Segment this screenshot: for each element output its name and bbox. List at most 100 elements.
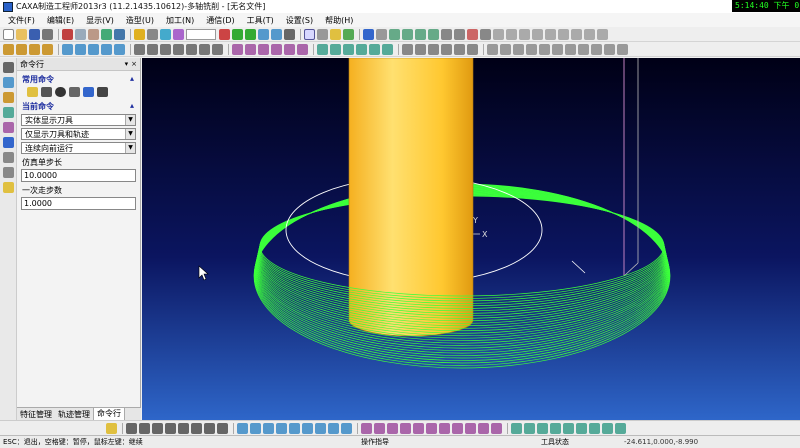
machining-icon[interactable] [3,137,14,148]
dimension-icon[interactable] [526,43,537,55]
pencil-icon[interactable] [27,87,38,97]
solid-f-icon[interactable] [426,422,437,434]
rotate-view-icon[interactable] [271,28,282,40]
zoom-out-icon[interactable] [245,28,256,40]
zoom-window-icon[interactable] [258,28,269,40]
iso-view-icon[interactable] [428,28,439,40]
menu-modeling[interactable]: 造型(U) [126,15,154,26]
polygon-icon[interactable] [204,422,215,434]
layer-select[interactable] [186,28,216,40]
edit-f-icon[interactable] [576,422,587,434]
save-icon[interactable] [29,28,40,40]
circle-icon[interactable] [178,422,189,434]
front-view-icon[interactable] [389,28,400,40]
clock-icon[interactable] [55,87,66,97]
chevron-down-icon[interactable]: ▼ [125,115,135,125]
tab-command-line[interactable]: 命令行 [93,407,125,421]
pocket-mill-icon[interactable] [271,43,282,55]
measure-icon[interactable] [454,28,465,40]
measure-tool-icon[interactable] [3,152,14,163]
zoom-in-icon[interactable] [232,28,243,40]
info-icon[interactable] [597,28,608,40]
collapse-icon[interactable]: ▴ [130,101,134,112]
common-commands-title[interactable]: 常用命令 ▴ [22,74,140,85]
lead-in-icon[interactable] [382,43,393,55]
select-arrow-icon[interactable] [3,62,14,73]
edit-c-icon[interactable] [537,422,548,434]
menu-communication[interactable]: 通信(D) [206,15,234,26]
surface-b-icon[interactable] [250,422,261,434]
arc-tool-icon[interactable] [42,43,53,55]
edit-path-icon[interactable] [317,43,328,55]
corner-icon[interactable] [97,87,108,97]
tab-path-manager[interactable]: 轨迹管理 [55,409,93,420]
paste-icon[interactable] [88,28,99,40]
grid-icon[interactable] [487,43,498,55]
toolpath-icon[interactable] [467,28,478,40]
menu-file[interactable]: 文件(F) [8,15,35,26]
top-view-icon[interactable] [402,28,413,40]
current-commands-title[interactable]: 当前命令 ▴ [22,101,140,112]
solid-g-icon[interactable] [439,422,450,434]
collapse-icon[interactable]: ▴ [130,74,134,85]
redo-icon[interactable] [114,28,125,40]
options-icon[interactable] [584,28,595,40]
panel-close-icon[interactable]: × [131,60,137,68]
display-mode-select[interactable]: 仅显示刀具和轨迹 ▼ [21,128,136,140]
light-icon[interactable] [134,28,145,40]
menu-edit[interactable]: 编辑(E) [47,15,74,26]
tab-feature-manager[interactable]: 特征管理 [17,409,55,420]
show-icon[interactable] [604,43,615,55]
menu-machining[interactable]: 加工(N) [166,15,194,26]
ortho-icon[interactable] [513,43,524,55]
solid-d-icon[interactable] [400,422,411,434]
render-icon[interactable] [3,182,14,193]
settings-icon[interactable] [147,28,158,40]
view-right-icon[interactable] [441,43,452,55]
solid-k-icon[interactable] [491,422,502,434]
gcode-icon[interactable] [506,28,517,40]
edit-b-icon[interactable] [524,422,535,434]
ellipse-icon[interactable] [191,422,202,434]
solid-e-icon[interactable] [413,422,424,434]
array-tool-icon[interactable] [212,43,223,55]
solid-a-icon[interactable] [361,422,372,434]
sweep-tool-icon[interactable] [101,43,112,55]
pan-icon[interactable] [284,28,295,40]
solid-c-icon[interactable] [387,422,398,434]
polyline-icon[interactable] [139,422,150,434]
pencil-draw-icon[interactable] [106,422,117,434]
hatch-icon[interactable] [552,43,563,55]
transform-path-icon[interactable] [369,43,380,55]
side-view-icon[interactable] [415,28,426,40]
solid-h-icon[interactable] [452,422,463,434]
surface-a-icon[interactable] [237,422,248,434]
surface-d-icon[interactable] [276,422,287,434]
edit-e-icon[interactable] [563,422,574,434]
contour-mill-icon[interactable] [258,43,269,55]
surface-c-icon[interactable] [263,422,274,434]
open-folder-icon[interactable] [16,28,27,40]
run-mode-select[interactable]: 连续向前运行 ▼ [21,142,136,154]
multi-axis-icon[interactable] [297,43,308,55]
post-icon[interactable] [493,28,504,40]
finish-mill-icon[interactable] [245,43,256,55]
snap-icon[interactable] [500,43,511,55]
graphics-viewport[interactable]: Y X [142,58,800,420]
step-length-input[interactable]: 10.0000 [21,169,136,182]
mirror-tool-icon[interactable] [199,43,210,55]
view-cube-icon[interactable] [376,28,387,40]
view-bottom-icon[interactable] [467,43,478,55]
view-back-icon[interactable] [415,43,426,55]
hide-icon[interactable] [591,43,602,55]
surface-icon[interactable] [3,107,14,118]
trim-tool-icon[interactable] [134,43,145,55]
feature-icon[interactable] [363,28,374,40]
surface-cmd-icon[interactable] [83,87,94,97]
layer-icon[interactable] [173,28,184,40]
transform-icon[interactable] [3,167,14,178]
refresh-view-icon[interactable] [219,28,230,40]
reverse-path-icon[interactable] [330,43,341,55]
copy-icon[interactable] [75,28,86,40]
line-tool-icon[interactable] [29,43,40,55]
